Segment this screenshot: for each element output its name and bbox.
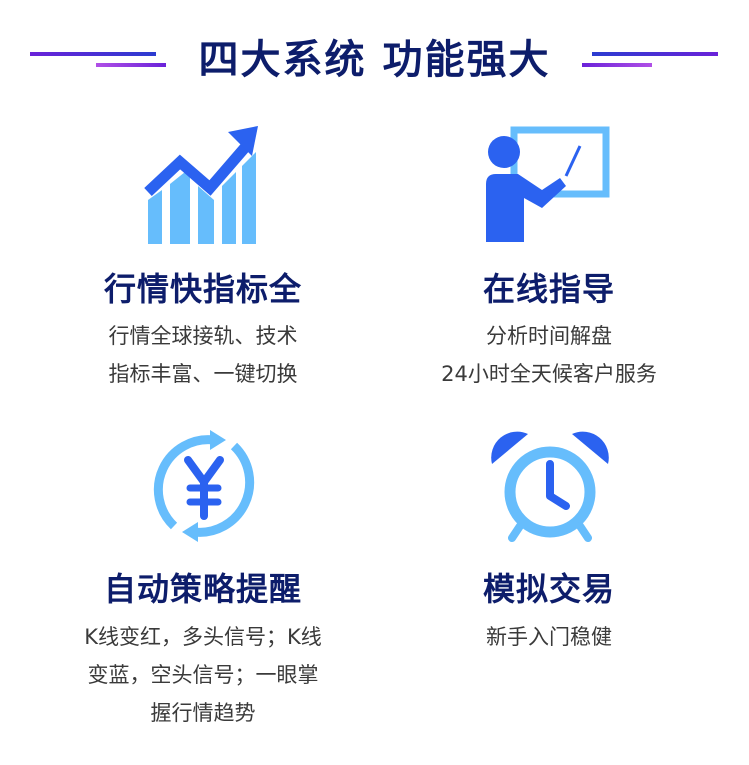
right-decoration-line-bottom	[582, 63, 652, 67]
feature-description: 分析时间解盘 24小时全天候客户服务	[362, 317, 736, 393]
description-line: 指标丰富、一键切换	[108, 362, 298, 386]
rising-chart-icon	[144, 126, 258, 244]
description-line: 新手入门稳健	[486, 625, 612, 649]
description-line: 24小时全天候客户服务	[441, 362, 657, 386]
feature-title: 行情快指标全	[103, 270, 302, 308]
feature-card-simulated-trading: 模拟交易 新手入门稳健	[362, 424, 736, 754]
section-header: 四大系统 功能强大	[0, 0, 749, 100]
feature-card-market-data: 行情快指标全 行情全球接轨、技术 指标丰富、一键切换	[16, 118, 390, 408]
feature-title: 在线指导	[482, 270, 615, 308]
description-line: K线变红，多头信号；K线	[84, 625, 322, 649]
yuan-cycle-icon	[153, 430, 255, 542]
description-line: 分析时间解盘	[486, 324, 612, 348]
feature-card-online-guidance: 在线指导 分析时间解盘 24小时全天候客户服务	[362, 118, 736, 408]
right-decoration-line-top	[592, 52, 718, 56]
description-line: 握行情趋势	[150, 701, 256, 725]
page-title: 四大系统 功能强大	[198, 37, 551, 83]
feature-title: 模拟交易	[482, 570, 615, 608]
feature-description: 新手入门稳健	[362, 618, 736, 656]
feature-description: K线变红，多头信号；K线 变蓝，空头信号；一眼掌 握行情趋势	[16, 618, 390, 732]
description-line: 变蓝，空头信号；一眼掌	[87, 663, 319, 687]
feature-card-auto-alerts: 自动策略提醒 K线变红，多头信号；K线 变蓝，空头信号；一眼掌 握行情趋势	[16, 424, 390, 754]
description-line: 行情全球接轨、技术	[108, 324, 298, 348]
feature-title: 自动策略提醒	[103, 570, 302, 608]
teacher-board-icon	[486, 126, 610, 242]
feature-description: 行情全球接轨、技术 指标丰富、一键切换	[16, 317, 390, 393]
alarm-clock-icon	[491, 431, 609, 542]
